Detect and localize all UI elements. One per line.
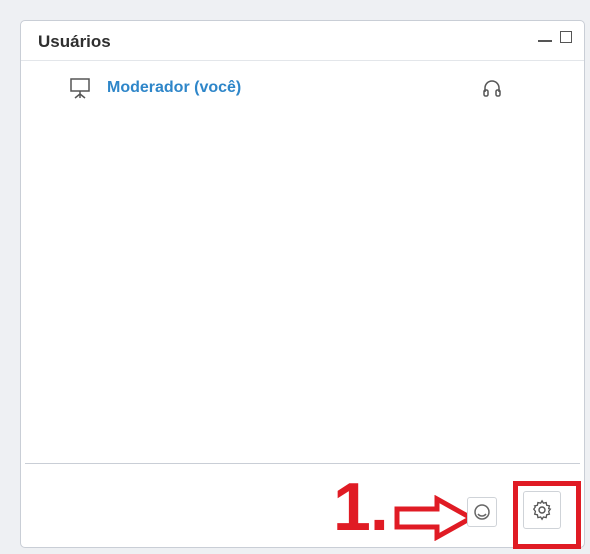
window-controls [538, 31, 572, 43]
presenter-icon [70, 78, 90, 99]
users-panel: Usuários Moderador (você) 1. [20, 20, 585, 549]
panel-footer: 1. [21, 465, 584, 549]
annotation-step-label: 1. [333, 469, 389, 545]
panel-header: Usuários [21, 21, 584, 61]
gear-icon [532, 499, 552, 521]
maximize-icon[interactable] [560, 31, 572, 43]
settings-button[interactable] [523, 491, 561, 529]
user-name[interactable]: Moderador (você) [107, 79, 241, 97]
status-icon [474, 504, 490, 520]
panel-title: Usuários [38, 32, 111, 51]
headset-icon [483, 80, 501, 97]
user-list-item[interactable]: Moderador (você) [21, 75, 584, 107]
footer-divider [25, 463, 580, 464]
annotation-arrow-icon [394, 495, 475, 541]
minimize-icon[interactable] [538, 40, 552, 42]
status-button[interactable] [467, 497, 497, 527]
